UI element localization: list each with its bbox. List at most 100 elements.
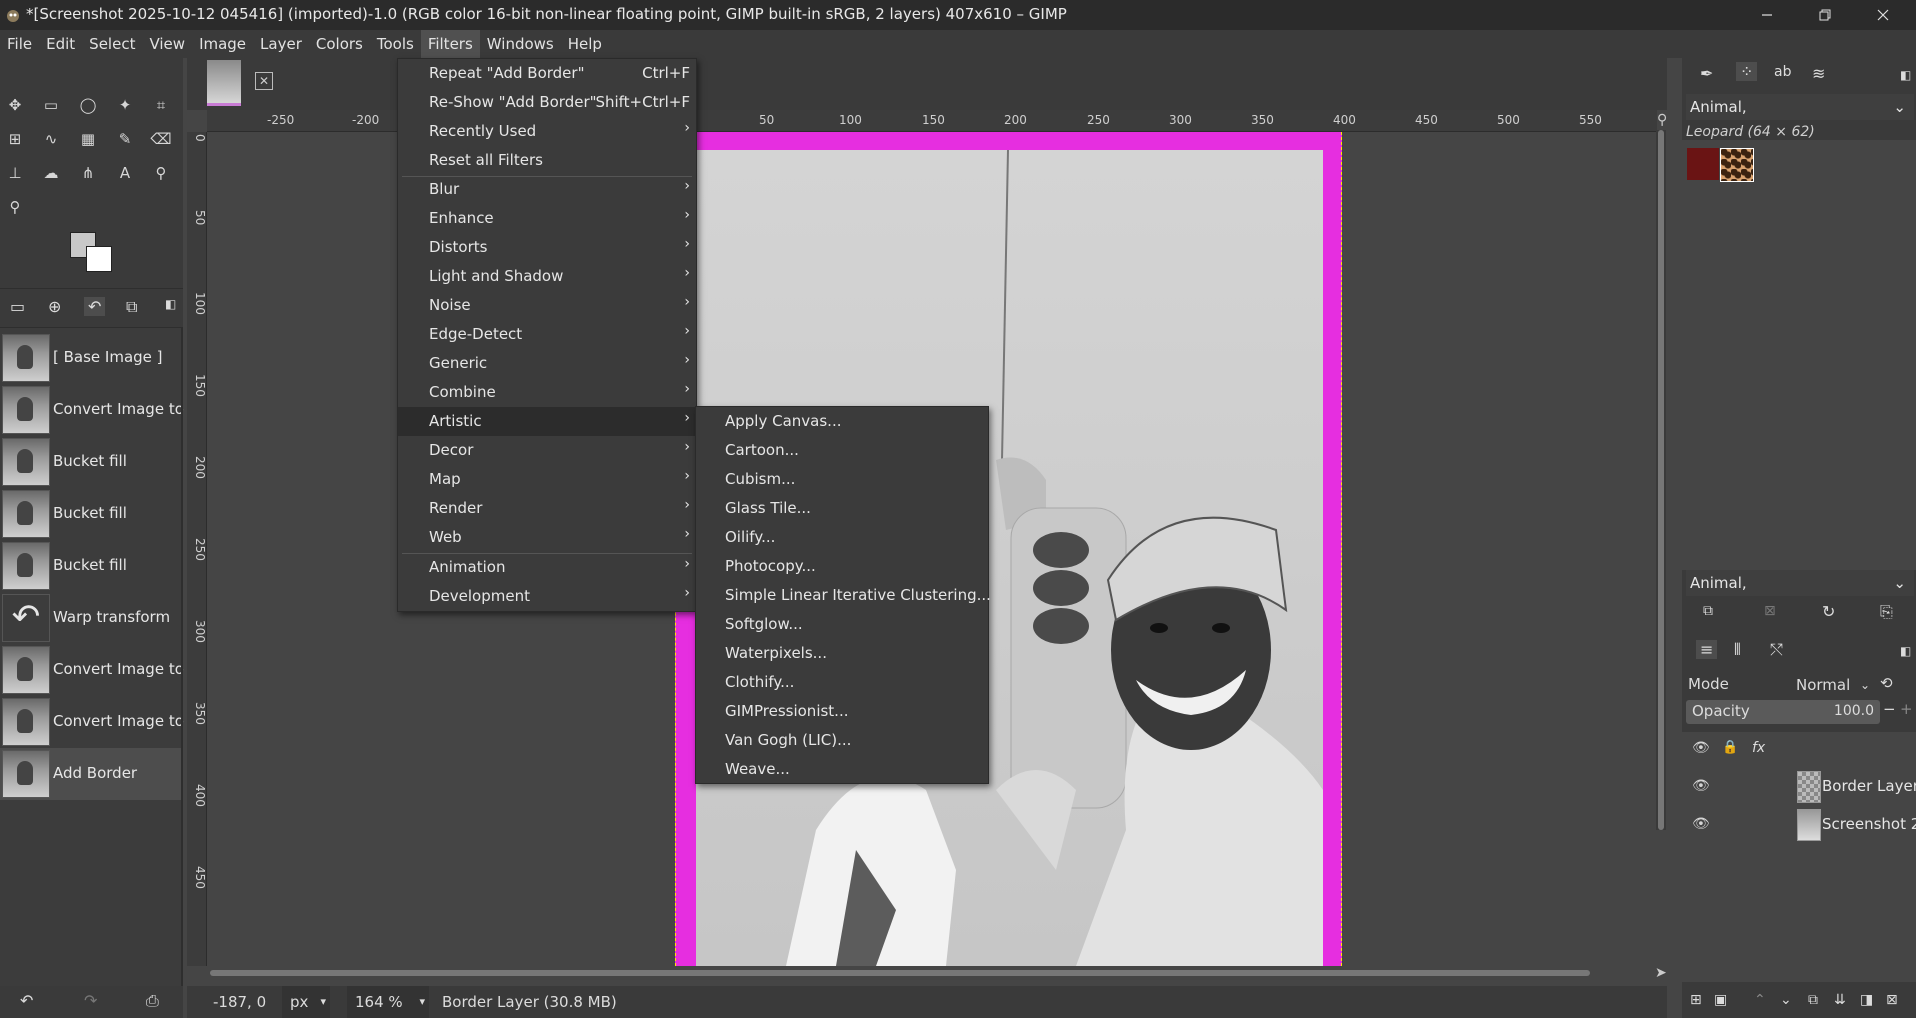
undo-history-tab-icon[interactable]: ↶	[84, 297, 106, 316]
artistic-apply-canvas[interactable]: Apply Canvas...	[696, 407, 988, 436]
menu-edit[interactable]: Edit	[39, 30, 82, 58]
artistic-gimpressionist[interactable]: GIMPressionist...	[696, 697, 988, 726]
merge-layer-icon[interactable]: ⇊	[1834, 992, 1846, 1008]
smudge-tool-icon[interactable]: ☁	[38, 160, 64, 186]
history-item[interactable]: [ Base Image ]	[0, 332, 183, 384]
filter-category-edge-detect[interactable]: Edge-Detect ›	[398, 320, 696, 349]
artistic-weave[interactable]: Weave...	[696, 755, 988, 784]
layers-tab-icon[interactable]: ≡	[1696, 640, 1718, 659]
history-item-selected[interactable]: Add Border	[0, 748, 183, 800]
menu-file[interactable]: File	[0, 30, 39, 58]
filter-category-enhance[interactable]: Enhance ›	[398, 204, 696, 233]
filter-category-map[interactable]: Map ›	[398, 465, 696, 494]
eye-icon[interactable]: 👁	[1692, 778, 1710, 794]
reshow-filter-item[interactable]: Re-Show "Add Border" Shift+Ctrl+F	[398, 88, 696, 117]
fonts-tab-icon[interactable]: ab	[1774, 64, 1791, 80]
edit-pattern-icon[interactable]: ⧉	[1703, 603, 1713, 619]
paths-tool-icon[interactable]: ⋔	[75, 160, 101, 186]
clear-history-icon[interactable]: ⎙	[146, 991, 159, 1011]
new-group-icon[interactable]: ▣	[1714, 992, 1727, 1008]
paths-tab-icon[interactable]: ⤲	[1770, 640, 1783, 660]
history-item[interactable]: Convert Image to 1	[0, 696, 198, 748]
artistic-oilify[interactable]: Oilify...	[696, 523, 988, 552]
repeat-filter-item[interactable]: Repeat "Add Border" Ctrl+F	[398, 59, 696, 88]
rect-select-tool-icon[interactable]: ▭	[38, 92, 64, 118]
filter-category-web[interactable]: Web ›	[398, 523, 696, 552]
clone-tool-icon[interactable]: ⊥	[2, 160, 28, 186]
artistic-cubism[interactable]: Cubism...	[696, 465, 988, 494]
filter-category-animation[interactable]: Animation ›	[398, 553, 696, 582]
history-item[interactable]: Bucket fill	[0, 488, 183, 540]
close-window-button[interactable]	[1854, 0, 1912, 30]
open-as-image-icon[interactable]: ⎘	[1880, 602, 1893, 622]
artistic-slic[interactable]: Simple Linear Iterative Clustering...	[696, 581, 991, 610]
artistic-waterpixels[interactable]: Waterpixels...	[696, 639, 988, 668]
eraser-tool-icon[interactable]: ⌫	[148, 126, 174, 152]
artistic-photocopy[interactable]: Photocopy...	[696, 552, 988, 581]
restore-button[interactable]	[1796, 0, 1854, 30]
fuzzy-select-tool-icon[interactable]: ✦	[112, 92, 138, 118]
menu-filters[interactable]: Filters	[420, 30, 480, 58]
filter-category-noise[interactable]: Noise ›	[398, 291, 696, 320]
menu-windows[interactable]: Windows	[480, 30, 561, 58]
history-item[interactable]: Bucket fill	[0, 540, 183, 592]
menu-select[interactable]: Select	[82, 30, 142, 58]
gradients-tab-icon[interactable]: ≋	[1812, 64, 1825, 83]
crop-tool-icon[interactable]: ⌗	[148, 92, 174, 118]
menu-colors[interactable]: Colors	[309, 30, 370, 58]
zoom-navigate-icon[interactable]: ⚲	[1657, 112, 1667, 128]
artistic-cartoon[interactable]: Cartoon...	[696, 436, 988, 465]
new-layer-icon[interactable]: ⊞	[1690, 992, 1702, 1008]
history-item[interactable]: Convert Image to 3	[0, 384, 198, 436]
delete-layer-icon[interactable]: ⊠	[1886, 992, 1898, 1008]
mode-dropdown[interactable]: Normal ⌄	[1796, 673, 1872, 697]
configure-tab-icon[interactable]: ◧	[1900, 68, 1911, 82]
artistic-van-gogh[interactable]: Van Gogh (LIC)...	[696, 726, 988, 755]
filter-category-decor[interactable]: Decor ›	[398, 436, 696, 465]
unified-transform-tool-icon[interactable]: ⊞	[2, 126, 28, 152]
filter-category-combine[interactable]: Combine ›	[398, 378, 696, 407]
filter-category-generic[interactable]: Generic ›	[398, 349, 696, 378]
undo-icon[interactable]: ↶	[20, 991, 33, 1010]
filter-category-artistic[interactable]: Artistic ›	[398, 407, 696, 436]
artistic-softglow[interactable]: Softglow...	[696, 610, 988, 639]
mode-switch-icon[interactable]: ⟲	[1880, 674, 1893, 692]
scrollbar-thumb[interactable]	[210, 970, 1590, 976]
delete-pattern-icon[interactable]: ⊠	[1764, 603, 1776, 619]
text-tool-icon[interactable]: A	[112, 160, 138, 186]
filter-category-blur[interactable]: Blur ›	[398, 175, 696, 204]
recently-used-item[interactable]: Recently Used ›	[398, 117, 696, 146]
filter-category-development[interactable]: Development ›	[398, 582, 696, 611]
navigate-icon[interactable]: ➤	[1655, 965, 1667, 981]
menu-tools[interactable]: Tools	[370, 30, 421, 58]
raise-layer-icon[interactable]: ⌃	[1754, 992, 1766, 1008]
lasso-tool-icon[interactable]: ◯	[75, 92, 101, 118]
vertical-scrollbar[interactable]	[1656, 130, 1666, 830]
channels-tab-icon[interactable]: ⫴	[1734, 640, 1741, 660]
lower-layer-icon[interactable]: ⌄	[1780, 992, 1792, 1008]
zoom-selector[interactable]: 164 % ▾	[347, 986, 429, 1018]
menu-layer[interactable]: Layer	[253, 30, 309, 58]
color-picker-tool-icon[interactable]: ⚲	[148, 160, 174, 186]
layer-row[interactable]: 👁 Border Layer	[1682, 768, 1916, 806]
scrollbar-thumb[interactable]	[1658, 130, 1664, 830]
menu-help[interactable]: Help	[561, 30, 609, 58]
brushes-tab-icon[interactable]: ✒	[1700, 64, 1713, 83]
device-status-tab-icon[interactable]: ⊕	[48, 297, 61, 316]
refresh-icon[interactable]: ↻	[1822, 602, 1835, 621]
patterns-tab-icon[interactable]: ⁘	[1736, 62, 1758, 81]
warp-tool-icon[interactable]: ∿	[38, 126, 64, 152]
filter-category-distorts[interactable]: Distorts ›	[398, 233, 696, 262]
minimize-button[interactable]	[1738, 0, 1796, 30]
tag-filter-dropdown[interactable]: Animal, ⌄	[1686, 570, 1914, 596]
move-tool-icon[interactable]: ✥	[2, 92, 28, 118]
filter-category-render[interactable]: Render ›	[398, 494, 696, 523]
mask-icon[interactable]: ◨	[1860, 992, 1873, 1008]
history-item[interactable]: ↶ Warp transform	[0, 592, 183, 644]
history-item[interactable]: Convert Image to 1	[0, 644, 198, 696]
configure-tab-icon[interactable]: ◧	[165, 297, 176, 311]
opacity-slider[interactable]: Opacity 100.0	[1686, 700, 1880, 724]
paintbrush-tool-icon[interactable]: ✎	[112, 126, 138, 152]
artistic-glass-tile[interactable]: Glass Tile...	[696, 494, 988, 523]
zoom-tool-icon[interactable]: ⚲	[2, 194, 28, 220]
